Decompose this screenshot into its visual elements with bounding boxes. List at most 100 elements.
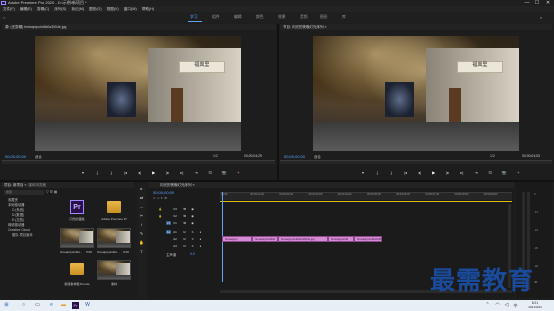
lift-icon[interactable]: ⇥ [473, 170, 479, 176]
source-patch-a1[interactable]: A1 [166, 229, 171, 234]
tree-team-projects[interactable]: 团队 项目版本 [4, 233, 56, 238]
wrench-icon[interactable]: ⚙ [164, 196, 167, 200]
filter-icon[interactable]: ▽ [46, 190, 49, 194]
word-icon[interactable]: W [84, 302, 91, 309]
timeline-clip[interactable]: hmeaprpoint0s0s3004 [354, 236, 382, 242]
source-patch-v1[interactable]: V1 [166, 220, 171, 225]
mark-in-icon[interactable]: { [94, 170, 100, 176]
workspace-tab-audio[interactable]: 音频 [300, 15, 308, 20]
timeline-clip[interactable]: hmeaprpoint0s0s3004e.jpg [278, 236, 328, 242]
home-icon[interactable]: ⌂ [3, 15, 8, 20]
icon-view-icon[interactable]: ▦ [54, 190, 57, 194]
eye-icon[interactable]: ◉ [190, 221, 195, 225]
mark-in-icon[interactable]: { [374, 170, 380, 176]
solo-icon[interactable]: S [190, 230, 195, 234]
workspace-tab-editing[interactable]: 编辑 [234, 15, 242, 20]
insert-icon[interactable]: ⇥ [193, 170, 199, 176]
tab-project[interactable]: 项目: 新项目 ≡ [4, 183, 26, 187]
source-timecode-in[interactable]: 00;00;00;00 [5, 154, 26, 159]
program-timeruler[interactable] [280, 160, 552, 164]
snap-icon[interactable]: ⊂ [153, 196, 156, 200]
track-label-v1[interactable]: V1 [172, 221, 178, 225]
program-fit-select[interactable]: 适合 [314, 154, 321, 159]
hand-tool-icon[interactable]: ✋ [139, 240, 144, 245]
add-marker-icon[interactable]: ▾ [360, 170, 366, 176]
project-item[interactable]: Pr 闪光的夜晚 [60, 198, 94, 226]
program-monitor-tab[interactable]: 节目: 闪光的夜晚灯光序列 ≡ [280, 24, 552, 30]
mark-out-icon[interactable]: } [388, 170, 394, 176]
work-area-bar[interactable] [220, 201, 512, 202]
master-volume-value[interactable]: 0.0 [190, 252, 195, 256]
go-to-in-icon[interactable]: |◂ [402, 170, 408, 176]
step-forward-icon[interactable]: |▸ [165, 170, 171, 176]
tab-media-browser[interactable]: 媒体浏览器 [28, 183, 46, 187]
solo-icon[interactable]: S [190, 244, 195, 248]
search-icon[interactable]: ⌕ [540, 15, 542, 20]
ripple-edit-tool-icon[interactable]: ↔ [139, 204, 144, 209]
mute-icon[interactable]: M [182, 237, 187, 241]
project-item[interactable]: 素材 [97, 260, 131, 290]
timeline-clip[interactable]: hmeaprpo [222, 236, 252, 242]
add-marker-icon[interactable]: ▾ [161, 196, 163, 200]
source-timeruler[interactable] [2, 160, 275, 164]
list-view-icon[interactable]: ☰ [50, 190, 53, 194]
project-item[interactable]: hmeaprpoint0s... 5:00 [97, 228, 131, 258]
step-back-icon[interactable]: ◂| [417, 170, 423, 176]
solo-icon[interactable]: S [190, 237, 195, 241]
go-to-out-icon[interactable]: ▸| [459, 170, 465, 176]
play-icon[interactable]: ▶ [151, 170, 157, 176]
microphone-icon[interactable]: ● [198, 230, 203, 234]
sync-lock-icon[interactable]: ⇆ [182, 214, 187, 218]
eye-icon[interactable]: ◉ [190, 207, 195, 211]
sync-lock-icon[interactable]: ⇆ [182, 207, 187, 211]
track-label-a3[interactable]: A3 [172, 244, 178, 248]
system-tray-icon[interactable]: ⌃ [484, 302, 491, 309]
monitor-divider[interactable] [277, 24, 279, 180]
search-icon[interactable]: ○ [20, 302, 27, 309]
button-editor-icon[interactable]: + [235, 170, 241, 176]
add-marker-icon[interactable]: ▾ [80, 170, 86, 176]
program-resolution-select[interactable]: 1/2 [490, 154, 495, 158]
pen-tool-icon[interactable]: ✎ [139, 231, 144, 236]
input-language-indicator[interactable]: 中 [512, 302, 519, 309]
file-explorer-icon[interactable]: ▬ [60, 302, 67, 309]
windows-start-icon[interactable]: ⊞ [3, 302, 10, 309]
extract-icon[interactable]: ⊡ [487, 170, 493, 176]
network-icon[interactable]: ◠ [494, 302, 501, 309]
track-label-v3[interactable]: V3 [172, 207, 178, 211]
volume-icon[interactable]: ◁ [503, 302, 510, 309]
slip-tool-icon[interactable]: ↕ [139, 222, 144, 227]
export-frame-icon[interactable]: 📷 [501, 170, 507, 176]
track-label-a2[interactable]: A2 [172, 237, 178, 241]
track-label-a1[interactable]: A1 [172, 230, 178, 234]
premiere-taskbar-icon[interactable]: Pr [72, 302, 79, 309]
edge-browser-icon[interactable]: e [48, 302, 55, 309]
step-back-icon[interactable]: ◂| [137, 170, 143, 176]
step-forward-icon[interactable]: |▸ [445, 170, 451, 176]
microphone-icon[interactable]: ● [198, 244, 203, 248]
lock-icon[interactable]: 🔒 [158, 207, 163, 211]
workspace-tab-assembly[interactable]: 组件 [212, 15, 220, 20]
clock-date[interactable]: 2021/4/24 [520, 305, 550, 309]
go-to-out-icon[interactable]: ▸| [179, 170, 185, 176]
workspace-tab-graphics[interactable]: 图形 [320, 15, 328, 20]
source-resolution-select[interactable]: 1/2 [213, 154, 218, 158]
mute-icon[interactable]: M [182, 244, 187, 248]
timeline-clip[interactable]: hmeaprpoint0 [328, 236, 354, 242]
microphone-icon[interactable]: ● [198, 237, 203, 241]
clock-time[interactable]: 8:21 [523, 301, 547, 305]
lock-icon[interactable]: 🔒 [158, 214, 163, 218]
mark-out-icon[interactable]: } [108, 170, 114, 176]
timeline-clip[interactable]: hmeaprpoint0s0 [252, 236, 278, 242]
track-select-tool-icon[interactable]: ⇄ [139, 195, 144, 200]
go-to-in-icon[interactable]: |◂ [122, 170, 128, 176]
timeline-timecode[interactable]: 00;00;00;00 [153, 190, 174, 195]
sync-lock-icon[interactable]: ⇆ [182, 221, 187, 225]
project-item[interactable]: 新建素材箱 Premie [60, 260, 94, 290]
razor-tool-icon[interactable]: ✂ [139, 213, 144, 218]
selection-tool-icon[interactable]: ▸ [139, 186, 144, 191]
search-input[interactable]: 搜索 [4, 190, 44, 195]
timeline-sequence-tab[interactable]: 闪光的夜晚灯光序列 ≡ [148, 182, 514, 188]
source-monitor-tab[interactable]: 源: (无剪辑) hmeaprpoint0s0s3004e.jpg [2, 24, 276, 30]
project-item[interactable]: hmeaprpoint0s... 5:00 [60, 228, 94, 258]
